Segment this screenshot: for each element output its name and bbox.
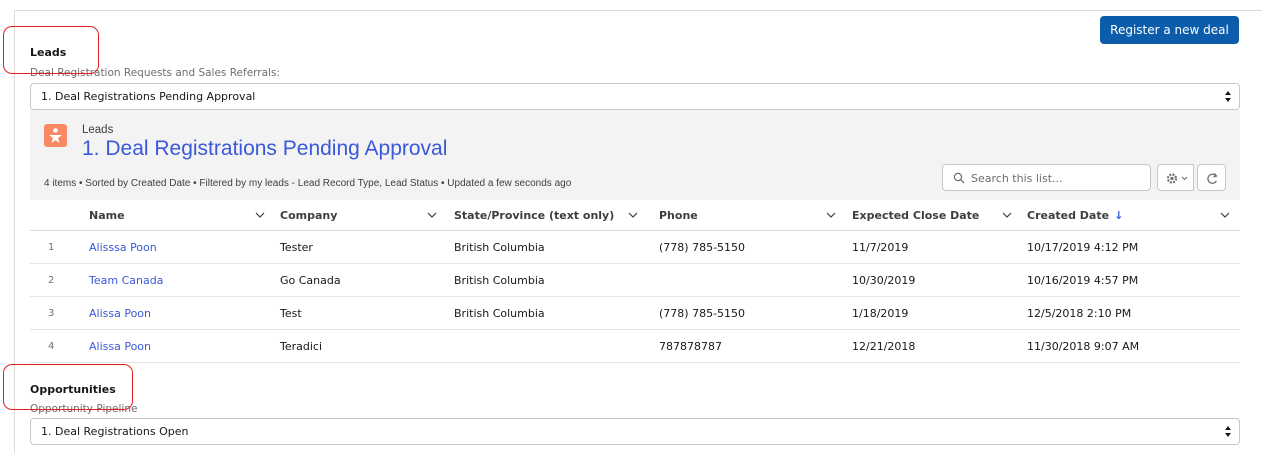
chevron-down-icon[interactable] [1219, 209, 1231, 221]
chevron-down-icon [1181, 176, 1188, 181]
cell-phone: (778) 785-5150 [659, 307, 746, 320]
list-view-title[interactable]: 1. Deal Registrations Pending Approval [82, 137, 447, 161]
search-list-box[interactable] [942, 164, 1151, 191]
cell-company: Test [280, 307, 302, 320]
cell-company: Teradici [280, 340, 323, 353]
row-number: 2 [48, 275, 55, 286]
lead-name-link[interactable]: Alissa Poon [89, 297, 151, 330]
refresh-icon [1207, 173, 1218, 184]
select-arrows-icon [1225, 424, 1231, 440]
column-header-expected-close[interactable]: Expected Close Date [852, 200, 979, 231]
column-header-name[interactable]: Name [89, 200, 125, 231]
cell-created-date: 10/17/2019 4:12 PM [1027, 241, 1139, 254]
cell-expected-close: 1/18/2019 [852, 307, 909, 320]
column-header-created-date[interactable]: Created Date ↓ [1027, 200, 1123, 231]
column-header-state[interactable]: State/Province (text only) [454, 200, 614, 231]
table-row: 2 Team Canada Go Canada British Columbia… [30, 264, 1240, 297]
cell-expected-close: 12/21/2018 [852, 340, 916, 353]
cell-phone: 787878787 [659, 340, 722, 353]
row-number: 1 [48, 242, 55, 253]
table-header: Name Company State/Province (text only) … [30, 200, 1240, 231]
lead-name-link[interactable]: Alissa Poon [89, 330, 151, 363]
leads-view-select[interactable]: 1. Deal Registrations Pending Approval [30, 83, 1240, 110]
list-settings-button[interactable] [1157, 164, 1194, 191]
lead-name-link[interactable]: Team Canada [89, 264, 163, 297]
search-icon [953, 172, 965, 184]
chevron-down-icon[interactable] [254, 209, 266, 221]
cell-state: British Columbia [454, 307, 545, 320]
leads-view-select-value: 1. Deal Registrations Pending Approval [41, 90, 256, 103]
search-list-input[interactable] [971, 168, 1143, 188]
chevron-down-icon[interactable] [627, 209, 639, 221]
cell-expected-close: 10/30/2019 [852, 274, 916, 287]
table-row: 3 Alissa Poon Test British Columbia (778… [30, 297, 1240, 330]
cell-created-date: 12/5/2018 2:10 PM [1027, 307, 1132, 320]
chevron-down-icon[interactable] [1001, 209, 1013, 221]
opportunities-view-select-value: 1. Deal Registrations Open [41, 425, 189, 438]
cell-created-date: 10/16/2019 4:57 PM [1027, 274, 1139, 287]
object-label: Leads [82, 124, 114, 136]
annotation-callout [3, 364, 133, 410]
column-header-company[interactable]: Company [280, 200, 337, 231]
annotation-callout [3, 26, 99, 74]
cell-state: British Columbia [454, 274, 545, 287]
chevron-down-icon[interactable] [825, 209, 837, 221]
lead-name-link[interactable]: Alisssa Poon [89, 231, 157, 264]
column-header-created-label: Created Date [1027, 209, 1110, 222]
cell-state: British Columbia [454, 241, 545, 254]
select-arrows-icon [1225, 89, 1231, 105]
opportunities-view-select[interactable]: 1. Deal Registrations Open [30, 418, 1240, 445]
cell-expected-close: 11/7/2019 [852, 241, 909, 254]
lead-person-icon [44, 124, 67, 147]
cell-created-date: 11/30/2018 9:07 AM [1027, 340, 1140, 353]
cell-company: Go Canada [280, 274, 341, 287]
chevron-down-icon[interactable] [426, 209, 438, 221]
gear-icon [1166, 173, 1178, 184]
table-row: 4 Alissa Poon Teradici 787878787 12/21/2… [30, 330, 1240, 363]
cell-company: Tester [280, 241, 313, 254]
list-view-meta: 4 items • Sorted by Created Date • Filte… [44, 178, 572, 189]
refresh-button[interactable] [1197, 164, 1226, 191]
row-number: 4 [48, 341, 55, 352]
table-row: 1 Alisssa Poon Tester British Columbia (… [30, 231, 1240, 264]
row-number: 3 [48, 308, 55, 319]
arrow-down-icon: ↓ [1114, 209, 1124, 222]
register-new-deal-button[interactable]: Register a new deal [1100, 16, 1239, 44]
cell-phone: (778) 785-5150 [659, 241, 746, 254]
column-header-phone[interactable]: Phone [659, 200, 698, 231]
